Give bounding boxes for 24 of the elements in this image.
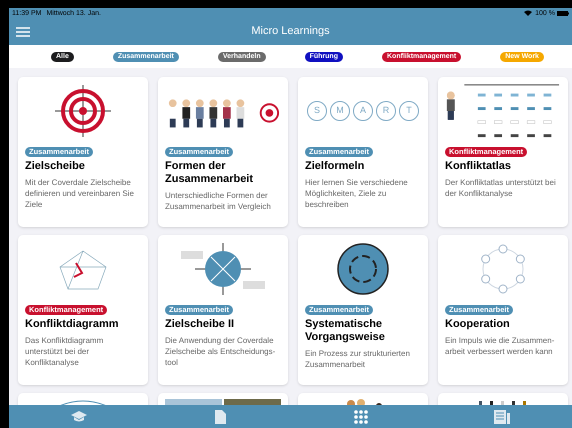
card-title: Konfliktatlas [445, 160, 512, 173]
header-title: Micro Learnings [251, 24, 330, 40]
wifi-icon [524, 10, 532, 16]
card-title: Systematische Vorgangsweise [305, 318, 386, 344]
card-description: Das Konfliktdiagramm unterstützt bei der Konfliktanalyse [25, 335, 104, 368]
card-description: Die Anwendung der Coverdale Zielscheibe als Entscheidungs-tool [165, 335, 276, 368]
menu-icon[interactable] [16, 26, 30, 36]
card-title: Formen der Zusammenarbeit [165, 160, 254, 186]
newspaper-icon [494, 410, 510, 424]
card-description: Der Konfliktatlas unterstützt bei der Konfliktanalyse [445, 177, 557, 199]
card-title: Zielscheibe [25, 160, 86, 173]
file-icon [214, 410, 226, 424]
card-description: Mit der Coverdale Zielscheibe definieren und vereinbaren Sie Ziele [25, 177, 135, 210]
card-description: Ein Impuls wie die Zusammen-arbeit verbessert werden kann [445, 335, 556, 357]
card-description: Hier lernen Sie verschiedene Möglichkeiten, Ziele zu beschreiben [305, 177, 409, 210]
card-title: Zielformeln [305, 160, 366, 173]
card-description: Ein Prozess zur strukturierten Zusammenarbeit [305, 348, 411, 370]
graduation-cap-icon [71, 410, 88, 422]
card-title: Zielscheibe II [165, 318, 236, 331]
card-description: Unterschiedliche Formen der Zusammenarbeit im Vergleich [165, 190, 272, 212]
card-title: Konfliktdiagramm [25, 318, 120, 331]
grid-icon [354, 410, 368, 424]
battery-icon [557, 10, 569, 16]
card-title: Kooperation [445, 318, 511, 331]
